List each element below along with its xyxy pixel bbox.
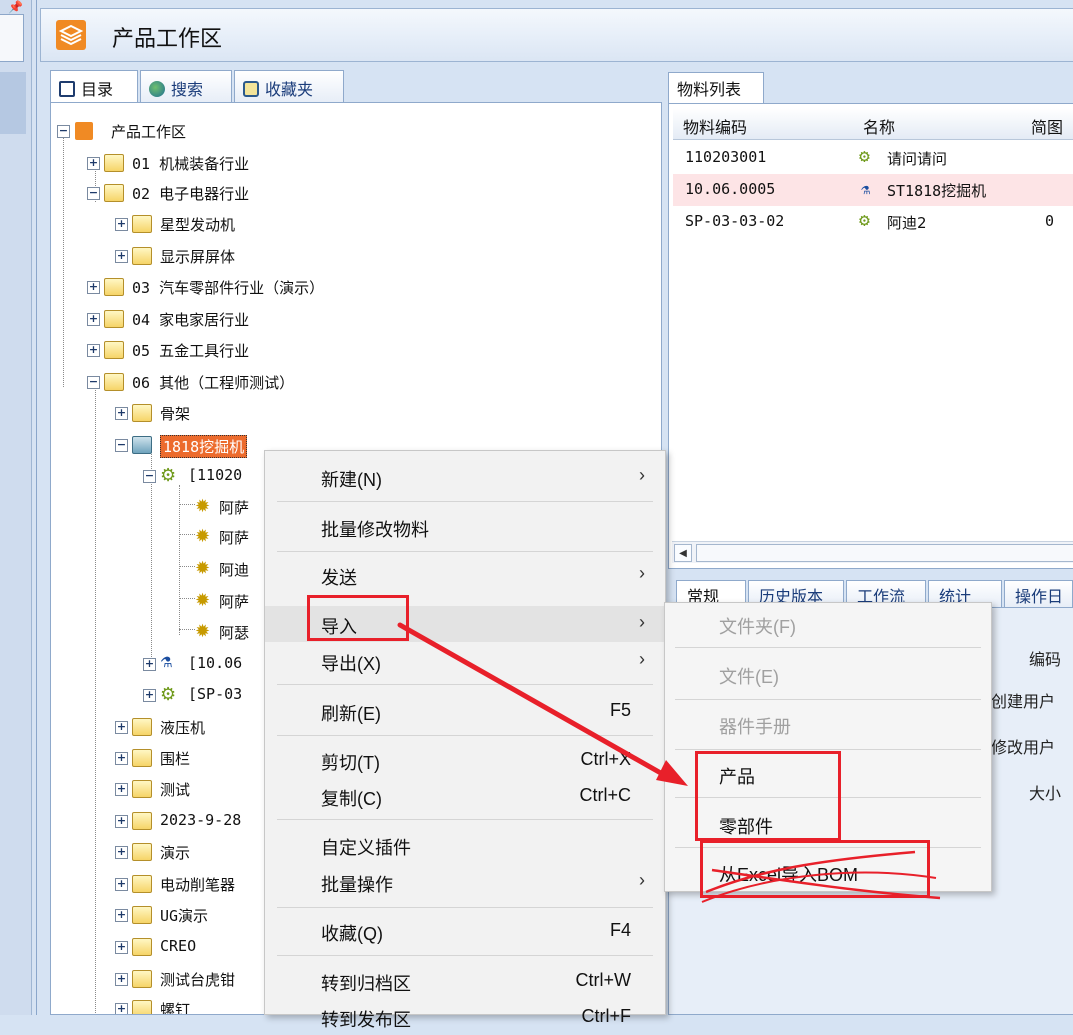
annotation-arrow-head xyxy=(656,760,688,786)
annotation-overlay xyxy=(397,622,941,903)
annotation-arrow-line xyxy=(397,622,669,779)
annotation-strike-line xyxy=(701,871,937,903)
